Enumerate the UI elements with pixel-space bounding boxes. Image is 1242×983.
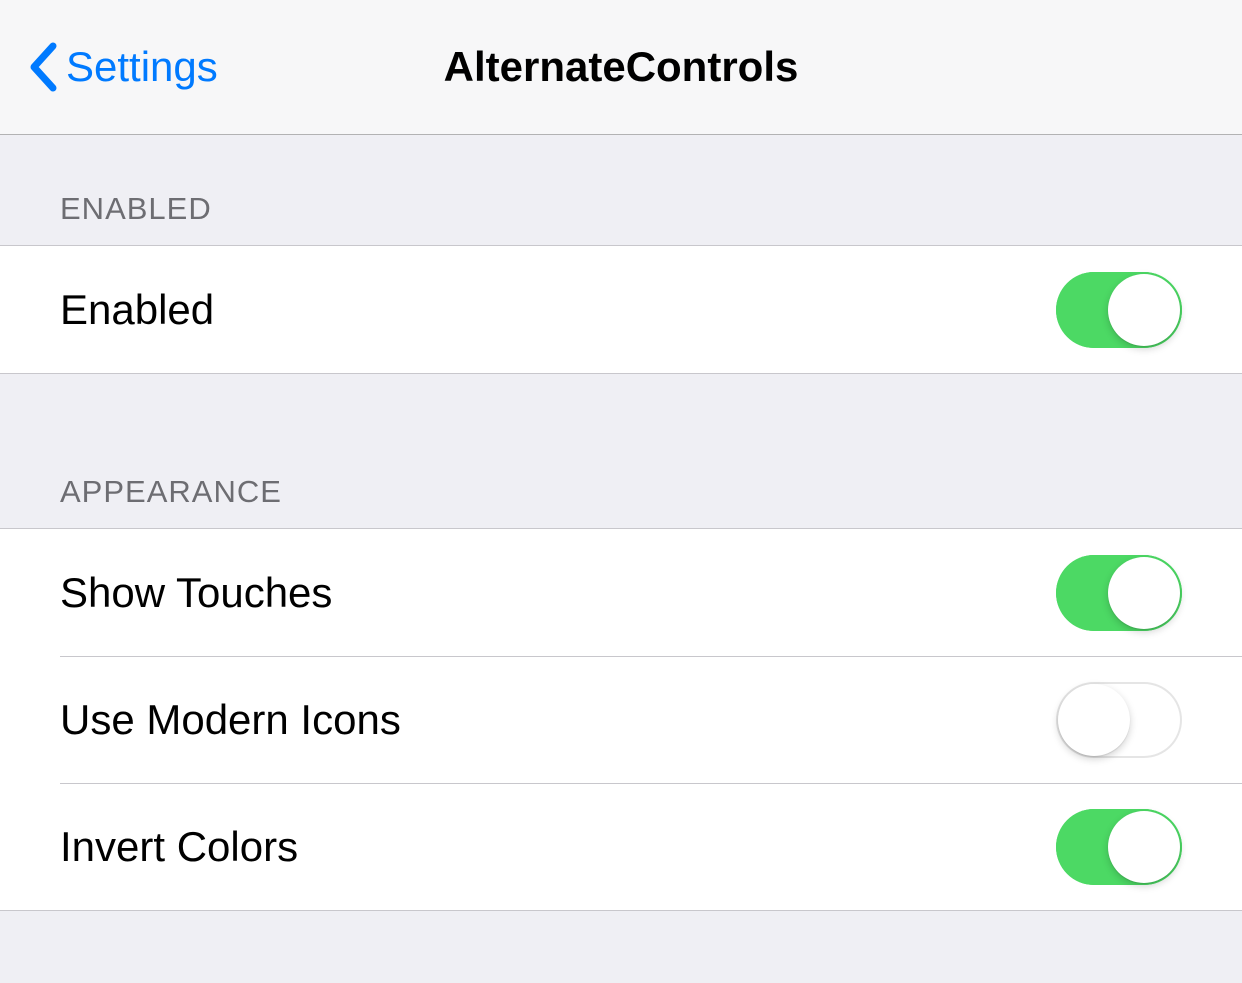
toggle-knob xyxy=(1108,274,1180,346)
section-appearance: Show Touches Use Modern Icons Invert Col… xyxy=(0,528,1242,911)
toggle-invert-colors[interactable] xyxy=(1056,809,1182,885)
cell-invert-colors: Invert Colors xyxy=(0,783,1242,910)
cell-enabled: Enabled xyxy=(0,246,1242,373)
cell-label: Use Modern Icons xyxy=(60,696,401,744)
cell-use-modern-icons: Use Modern Icons xyxy=(0,656,1242,783)
section-enabled: Enabled xyxy=(0,245,1242,374)
back-button[interactable]: Settings xyxy=(0,42,218,92)
toggle-knob xyxy=(1058,684,1130,756)
section-header-enabled: ENABLED xyxy=(0,135,1242,245)
cell-label: Invert Colors xyxy=(60,823,298,871)
toggle-knob xyxy=(1108,811,1180,883)
toggle-use-modern-icons[interactable] xyxy=(1056,682,1182,758)
toggle-enabled[interactable] xyxy=(1056,272,1182,348)
cell-label: Show Touches xyxy=(60,569,332,617)
toggle-show-touches[interactable] xyxy=(1056,555,1182,631)
navigation-bar: Settings AlternateControls xyxy=(0,0,1242,135)
cell-label: Enabled xyxy=(60,286,214,334)
cell-show-touches: Show Touches xyxy=(0,529,1242,656)
back-label: Settings xyxy=(66,43,218,91)
section-header-appearance: APPEARANCE xyxy=(0,374,1242,528)
chevron-left-icon xyxy=(28,42,58,92)
toggle-knob xyxy=(1108,557,1180,629)
